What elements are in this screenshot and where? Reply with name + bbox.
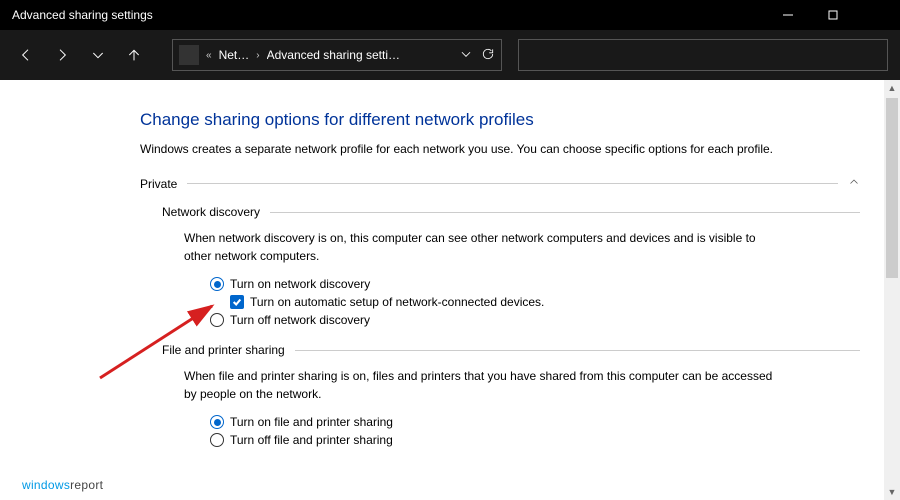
radio-row-fileshare-on[interactable]: Turn on file and printer sharing (210, 415, 860, 429)
checkbox-checked-icon[interactable] (230, 295, 244, 309)
window-title: Advanced sharing settings (12, 8, 153, 22)
minimize-button[interactable] (765, 0, 810, 30)
radio-row-discovery-on[interactable]: Turn on network discovery (210, 277, 860, 291)
subsection-desc: When network discovery is on, this compu… (184, 229, 784, 265)
divider (270, 212, 860, 213)
page-title: Change sharing options for different net… (140, 110, 860, 130)
radio-label: Turn on network discovery (230, 277, 370, 291)
page-subtitle: Windows creates a separate network profi… (140, 140, 780, 158)
watermark-part-2: report (70, 478, 103, 492)
radio-label: Turn off network discovery (230, 313, 370, 327)
subsection-header: File and printer sharing (162, 343, 860, 357)
window-controls (765, 0, 900, 30)
divider (187, 183, 838, 184)
subsection-label: File and printer sharing (162, 343, 285, 357)
vertical-scrollbar[interactable]: ▲ ▼ (884, 80, 900, 500)
checkbox-row-auto-setup[interactable]: Turn on automatic setup of network-conne… (230, 295, 860, 309)
forward-button[interactable] (48, 41, 76, 69)
chevron-left-icon: « (203, 50, 215, 61)
scrollbar-thumb[interactable] (886, 98, 898, 278)
scroll-up-icon[interactable]: ▲ (884, 80, 900, 96)
subsection-file-printer: File and printer sharing When file and p… (162, 343, 860, 447)
titlebar: Advanced sharing settings (0, 0, 900, 30)
subsection-label: Network discovery (162, 205, 260, 219)
refresh-icon[interactable] (481, 47, 495, 64)
up-button[interactable] (120, 41, 148, 69)
watermark: windowsreport (22, 478, 103, 492)
address-bar[interactable]: « Net… › Advanced sharing setti… (172, 39, 502, 71)
watermark-part-1: windows (22, 478, 70, 492)
radio-on-icon[interactable] (210, 277, 224, 291)
subsection-header: Network discovery (162, 205, 860, 219)
radio-label: Turn on file and printer sharing (230, 415, 393, 429)
search-input[interactable] (518, 39, 888, 71)
breadcrumb-seg-2[interactable]: Advanced sharing setti… (267, 48, 400, 62)
divider (295, 350, 860, 351)
radio-on-icon[interactable] (210, 415, 224, 429)
location-icon (179, 45, 199, 65)
radio-off-icon[interactable] (210, 433, 224, 447)
section-label: Private (140, 177, 177, 191)
scroll-down-icon[interactable]: ▼ (884, 484, 900, 500)
section-header-private[interactable]: Private (140, 176, 860, 191)
breadcrumb-seg-1[interactable]: Net… (219, 48, 250, 62)
subsection-network-discovery: Network discovery When network discovery… (162, 205, 860, 327)
chevron-right-icon: › (253, 50, 262, 61)
recent-button[interactable] (84, 41, 112, 69)
history-dropdown-icon[interactable] (459, 47, 473, 64)
navbar: « Net… › Advanced sharing setti… (0, 30, 900, 80)
radio-row-fileshare-off[interactable]: Turn off file and printer sharing (210, 433, 860, 447)
radio-label: Turn off file and printer sharing (230, 433, 393, 447)
maximize-button[interactable] (810, 0, 855, 30)
back-button[interactable] (12, 41, 40, 69)
radio-off-icon[interactable] (210, 313, 224, 327)
subsection-desc: When file and printer sharing is on, fil… (184, 367, 784, 403)
chevron-up-icon (848, 176, 860, 191)
radio-row-discovery-off[interactable]: Turn off network discovery (210, 313, 860, 327)
checkbox-label: Turn on automatic setup of network-conne… (250, 295, 544, 309)
content-area: Change sharing options for different net… (0, 80, 900, 447)
